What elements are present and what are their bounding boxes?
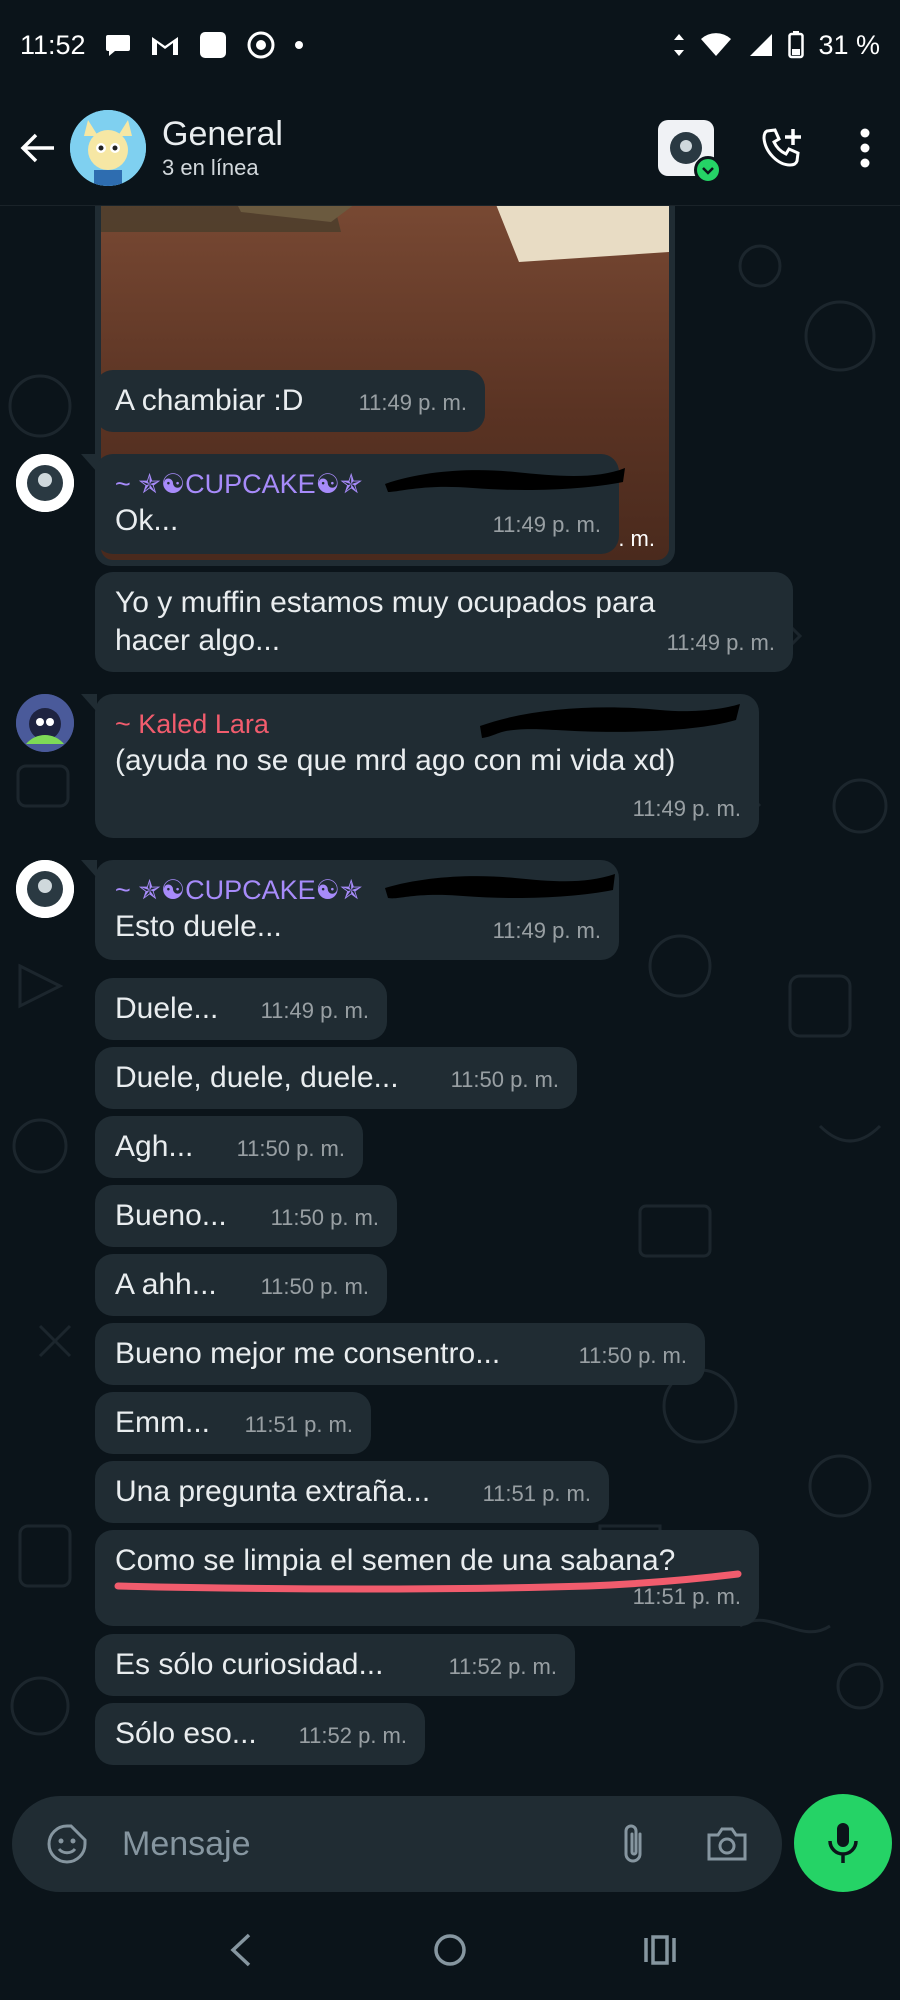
message-input[interactable]: [122, 1824, 598, 1864]
message-text: Duele...: [115, 992, 219, 1025]
attach-button[interactable]: [598, 1809, 668, 1879]
more-notifications-dot-icon: [294, 40, 304, 50]
battery-icon: [788, 31, 805, 59]
message-text: Sólo eso...: [115, 1717, 257, 1750]
message-text: Es sólo curiosidad...: [115, 1648, 384, 1681]
chat-title: General: [162, 114, 283, 153]
voice-message-button[interactable]: [794, 1794, 892, 1892]
message-time: 11:49 p. m.: [260, 998, 369, 1023]
message-bubble[interactable]: A chambiar :D 11:49 p. m.: [95, 370, 485, 432]
message-time: 11:50 p. m.: [236, 1136, 345, 1161]
message-bubble[interactable]: Bueno mejor me consentro... 11:50 p. m.: [95, 1323, 705, 1385]
cupcake-avatar[interactable]: [16, 860, 74, 918]
message-bubble[interactable]: Agh... 11:50 p. m.: [95, 1116, 363, 1178]
whatsapp-screen: 11:52 31 % General 3 en línea m. A chamb…: [0, 0, 900, 2000]
message-time: 11:49 p. m.: [492, 918, 601, 943]
message-bubble[interactable]: Bueno... 11:50 p. m.: [95, 1185, 397, 1247]
camera-icon: [707, 1827, 747, 1861]
home-circle-icon: [434, 1934, 466, 1966]
message-time: 11:52 p. m.: [448, 1654, 557, 1679]
paperclip-icon: [624, 1824, 642, 1863]
message-text: Una pregunta extraña...: [115, 1475, 431, 1508]
nav-recents-button[interactable]: [630, 1920, 690, 1980]
record-icon: [246, 30, 276, 60]
redaction-scribble: [385, 468, 625, 492]
mic-icon: [828, 1823, 858, 1863]
back-button[interactable]: [6, 116, 70, 180]
chat-notification-icon: [104, 32, 132, 58]
message-time: 11:49 p. m.: [632, 796, 741, 821]
message-text: Emm...: [115, 1406, 210, 1439]
battery-percent: 31 %: [818, 29, 880, 60]
message-composer: [12, 1796, 782, 1892]
kaled-avatar[interactable]: [16, 694, 74, 752]
signal-icon: [746, 32, 774, 58]
status-time: 11:52: [20, 29, 86, 60]
message-time: 11:52 p. m.: [298, 1723, 407, 1748]
message-text: Bueno mejor me consentro...: [115, 1337, 501, 1370]
video-call-button[interactable]: [638, 100, 734, 196]
video-call-avatar: [658, 119, 722, 184]
group-avatar[interactable]: [70, 109, 146, 186]
message-bubble[interactable]: Yo y muffin estamos muy ocupados para ha…: [95, 572, 793, 672]
gmail-icon: [150, 33, 180, 57]
chevron-left-icon: [230, 1933, 251, 1967]
nav-back-button[interactable]: [210, 1920, 270, 1980]
chat-title-block[interactable]: General 3 en línea: [162, 114, 283, 182]
input-bar: [0, 1790, 900, 1900]
message-bubble[interactable]: Es sólo curiosidad... 11:52 p. m.: [95, 1634, 575, 1696]
system-nav-bar: [0, 1900, 900, 2000]
message-text: Duele, duele, duele...: [115, 1061, 399, 1094]
sticker-icon: [47, 1824, 87, 1864]
message-time: 11:50 p. m.: [270, 1205, 379, 1230]
status-bar: 11:52 31 %: [0, 0, 900, 90]
message-time: 11:49 p. m.: [492, 512, 601, 537]
app-notification-icon: [198, 30, 228, 60]
data-transfer-icon: [672, 32, 686, 58]
cupcake-avatar[interactable]: [16, 454, 74, 512]
message-time: 11:51 p. m.: [244, 1412, 353, 1437]
message-bubble[interactable]: Una pregunta extraña... 11:51 p. m.: [95, 1461, 609, 1523]
message-text: Bueno...: [115, 1199, 227, 1232]
message-text: Yo y muffin estamos muy ocupados para ha…: [115, 586, 656, 657]
message-bubble[interactable]: Sólo eso... 11:52 p. m.: [95, 1703, 425, 1765]
redaction-scribble: [480, 704, 740, 738]
message-text: A ahh...: [115, 1268, 217, 1301]
message-bubble[interactable]: Duele, duele, duele... 11:50 p. m.: [95, 1047, 577, 1109]
add-call-icon: [762, 127, 801, 167]
message-time: 11:50 p. m.: [450, 1067, 559, 1092]
check-icon: [694, 155, 722, 184]
redaction-scribble: [385, 874, 615, 899]
message-bubble[interactable]: Duele... 11:49 p. m.: [95, 978, 387, 1040]
message-time: 11:50 p. m.: [260, 1274, 369, 1299]
more-vertical-icon: [860, 128, 870, 167]
message-time: 11:51 p. m.: [482, 1481, 591, 1506]
chat-area[interactable]: 11:48 p. m. A chambiar :D 11:49 p. m. ~ …: [0, 206, 900, 1790]
chat-header: General 3 en línea: [0, 90, 900, 206]
message-time: 11:50 p. m.: [578, 1343, 687, 1368]
message-bubble[interactable]: Emm... 11:51 p. m.: [95, 1392, 371, 1454]
add-call-button[interactable]: [734, 100, 830, 196]
red-underline: [114, 1570, 742, 1593]
message-text: Agh...: [115, 1130, 194, 1163]
message-time: 11:49 p. m.: [666, 630, 775, 655]
message-text: A chambiar :D: [115, 384, 304, 417]
wifi-icon: [700, 32, 732, 58]
message-text: (ayuda no se que mrd ago con mi vida xd): [115, 744, 676, 777]
recents-icon: [644, 1935, 676, 1965]
message-time: 11:49 p. m.: [358, 390, 467, 415]
online-count: 3 en línea: [162, 154, 259, 180]
arrow-left-icon: [20, 133, 54, 162]
message-bubble[interactable]: A ahh... 11:50 p. m.: [95, 1254, 387, 1316]
sticker-button[interactable]: [32, 1809, 102, 1879]
camera-button[interactable]: [692, 1809, 762, 1879]
more-options-button[interactable]: [830, 100, 900, 196]
nav-home-button[interactable]: [420, 1920, 480, 1980]
